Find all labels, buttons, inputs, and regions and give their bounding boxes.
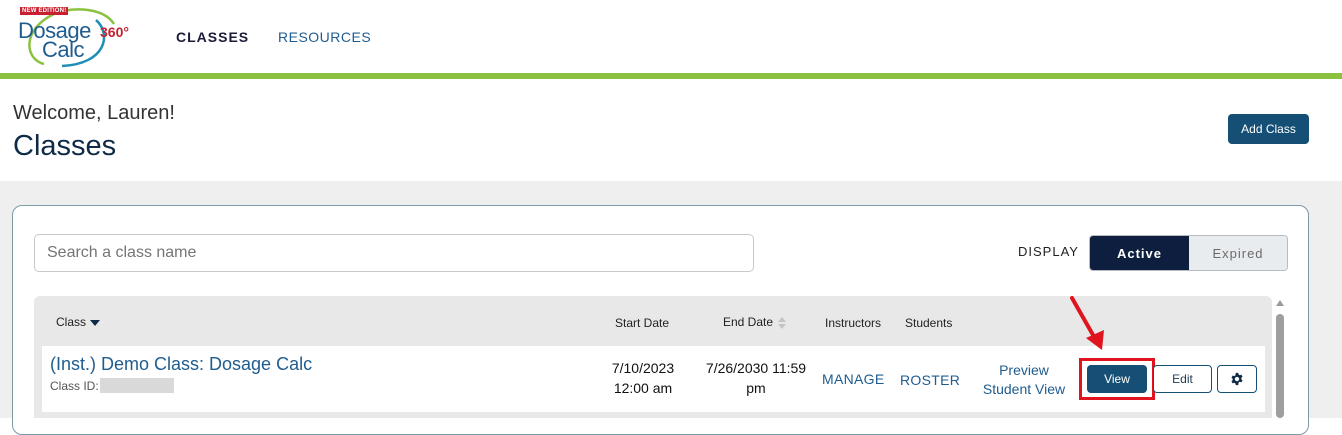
- settings-button[interactable]: [1217, 365, 1257, 393]
- dosage-calc-logo[interactable]: NEW EDITION! Dosage Calc 360°: [14, 4, 134, 68]
- scroll-up-icon[interactable]: [1276, 300, 1284, 306]
- start-date-line: 7/10/2023: [611, 360, 675, 376]
- column-end-label: End Date: [723, 315, 774, 329]
- preview-line-2: Student View: [982, 381, 1066, 397]
- end-time-line: pm: [746, 380, 766, 396]
- arrow-icon: [1070, 296, 1104, 350]
- class-name-link[interactable]: (Inst.) Demo Class: Dosage Calc: [50, 354, 312, 375]
- column-class-label: Class: [56, 315, 87, 329]
- column-header-end-date[interactable]: End Date: [723, 315, 787, 329]
- column-header-students: Students: [905, 316, 953, 330]
- nav-classes[interactable]: CLASSES: [176, 29, 249, 45]
- caret-down-icon: [90, 319, 101, 326]
- preview-line-1: Preview: [999, 362, 1049, 378]
- start-date-cell: 7/10/2023 12:00 am: [600, 358, 686, 398]
- toggle-expired[interactable]: Expired: [1189, 236, 1287, 270]
- top-bar: NEW EDITION! Dosage Calc 360° CLASSES RE…: [0, 0, 1342, 73]
- logo-number: 360°: [100, 24, 129, 40]
- scroll-thumb[interactable]: [1276, 314, 1284, 418]
- welcome-message: Welcome, Lauren!: [13, 102, 175, 124]
- class-id-label: Class ID:: [50, 379, 99, 393]
- toggle-active[interactable]: Active: [1090, 236, 1189, 270]
- view-button[interactable]: View: [1087, 365, 1147, 393]
- table-scrollbar[interactable]: [1273, 296, 1287, 418]
- column-header-instructors: Instructors: [825, 316, 882, 330]
- page-title: Classes: [13, 130, 117, 162]
- preview-student-view-link[interactable]: Preview Student View: [976, 361, 1072, 399]
- gear-icon: [1231, 372, 1243, 386]
- nav-resources[interactable]: RESOURCES: [278, 29, 371, 45]
- header-divider: [0, 73, 1342, 79]
- class-id-redacted: [100, 378, 174, 393]
- add-class-button[interactable]: Add Class: [1228, 114, 1309, 144]
- start-time-line: 12:00 am: [613, 380, 673, 396]
- sort-icon: [777, 316, 787, 329]
- edit-button[interactable]: Edit: [1153, 365, 1212, 393]
- new-edition-badge: NEW EDITION!: [20, 7, 69, 15]
- roster-link[interactable]: ROSTER: [900, 372, 960, 388]
- display-toggle: Active Expired: [1089, 235, 1288, 271]
- end-date-cell: 7/26/2030 11:59 pm: [700, 358, 812, 398]
- display-label: DISPLAY: [1018, 244, 1079, 259]
- manage-instructors-link[interactable]: MANAGE: [822, 371, 884, 387]
- column-header-start-date: Start Date: [615, 316, 670, 330]
- end-date-line: 7/26/2030 11:59: [705, 360, 807, 376]
- logo-word-calc: Calc: [42, 37, 85, 62]
- class-search-input[interactable]: [34, 234, 754, 272]
- column-header-class[interactable]: Class: [56, 315, 101, 329]
